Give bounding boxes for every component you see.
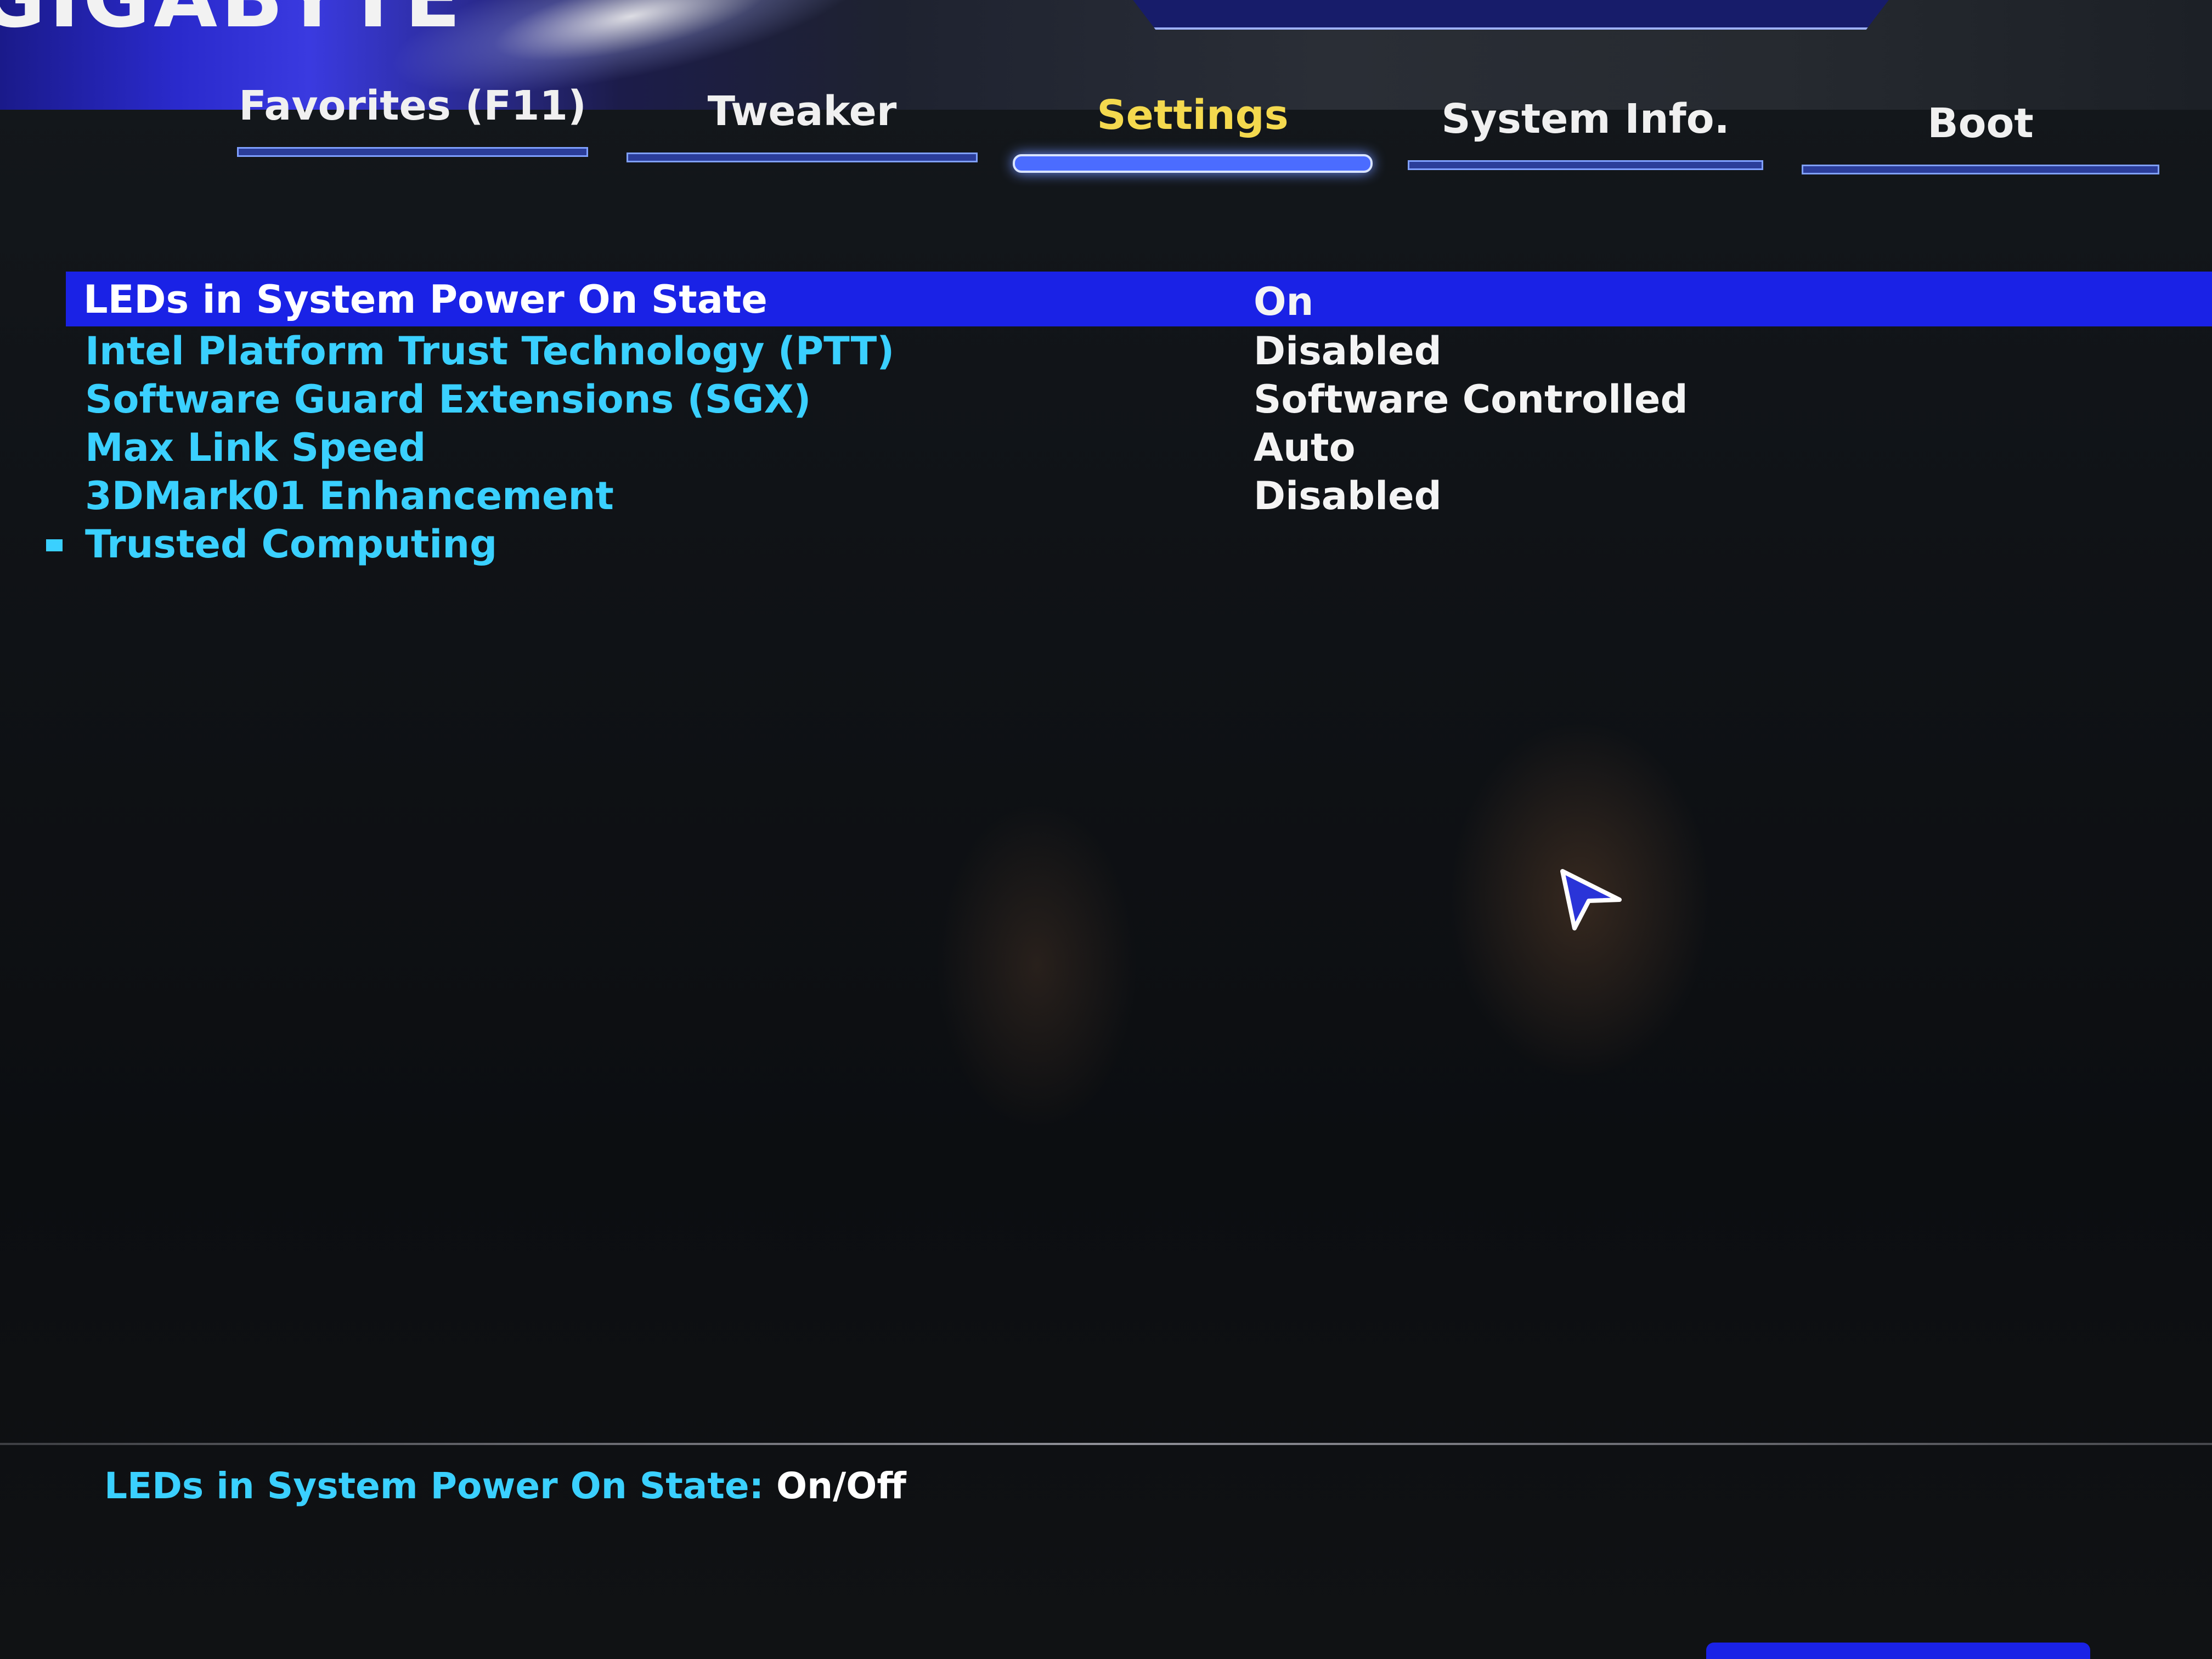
tab-tweaker-label: Tweaker xyxy=(707,88,897,135)
setting-value[interactable]: On xyxy=(1254,279,1313,324)
setting-row-ptt[interactable]: Intel Platform Trust Technology (PTT) Di… xyxy=(0,326,2212,375)
tab-system-info-label: System Info. xyxy=(1441,95,1730,143)
tab-tweaker-underline xyxy=(627,153,978,162)
tab-settings-label: Settings xyxy=(1097,92,1289,139)
setting-row-sgx[interactable]: Software Guard Extensions (SGX) Software… xyxy=(0,375,2212,423)
help-text: LEDs in System Power On State: On/Off xyxy=(104,1465,906,1507)
mouse-cursor-icon xyxy=(1560,869,1622,930)
tab-boot-label: Boot xyxy=(1927,100,2034,147)
tab-system-info[interactable]: System Info. xyxy=(1408,94,1763,177)
tab-boot-underline xyxy=(1802,165,2159,174)
settings-list: LEDs in System Power On State On Intel P… xyxy=(0,272,2212,568)
setting-row-leds-power-on[interactable]: LEDs in System Power On State On xyxy=(66,272,2212,326)
setting-row-3dmark01[interactable]: 3DMark01 Enhancement Disabled xyxy=(0,471,2212,520)
setting-name: Trusted Computing xyxy=(85,522,498,567)
setting-row-trusted-computing[interactable]: Trusted Computing xyxy=(0,520,2212,568)
bottom-action-bar[interactable] xyxy=(1706,1643,2090,1659)
setting-row-max-link-speed[interactable]: Max Link Speed Auto xyxy=(0,423,2212,471)
tab-favorites-underline xyxy=(237,147,588,157)
setting-name: 3DMark01 Enhancement xyxy=(85,473,614,518)
tab-settings-underline xyxy=(1013,154,1373,173)
tab-tweaker[interactable]: Tweaker xyxy=(627,87,978,169)
setting-name: LEDs in System Power On State xyxy=(83,277,768,322)
setting-value[interactable]: Disabled xyxy=(1254,473,1442,518)
tab-favorites[interactable]: Favorites (F11) xyxy=(237,81,588,163)
setting-name: Software Guard Extensions (SGX) xyxy=(85,377,811,422)
tab-bar: Favorites (F11) Tweaker Settings System … xyxy=(0,0,2212,187)
setting-name: Intel Platform Trust Technology (PTT) xyxy=(85,329,895,374)
setting-name: Max Link Speed xyxy=(85,425,426,470)
setting-value[interactable]: Auto xyxy=(1254,425,1356,470)
setting-value[interactable]: Software Controlled xyxy=(1254,377,1688,422)
tab-boot[interactable]: Boot xyxy=(1802,99,2159,181)
footer-divider xyxy=(0,1443,2212,1445)
tab-favorites-label: Favorites (F11) xyxy=(239,82,586,129)
tab-settings[interactable]: Settings xyxy=(1013,91,1373,173)
help-value: On/Off xyxy=(776,1465,906,1507)
setting-value[interactable]: Disabled xyxy=(1254,329,1442,374)
help-label: LEDs in System Power On State: xyxy=(104,1465,764,1507)
submenu-bullet-icon xyxy=(46,539,63,551)
tab-system-info-underline xyxy=(1408,160,1763,170)
